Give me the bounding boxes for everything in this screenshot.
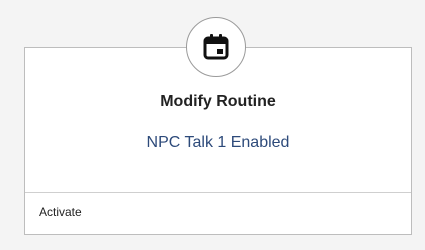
node-subtitle: NPC Talk 1 Enabled (146, 134, 290, 151)
activate-port[interactable]: Activate (39, 205, 82, 219)
node-icon-badge[interactable] (186, 17, 246, 77)
node-title: Modify Routine (160, 93, 276, 110)
calendar-icon (203, 34, 229, 60)
node-divider (25, 192, 411, 193)
canvas: Modify Routine NPC Talk 1 Enabled Activa… (0, 0, 425, 250)
